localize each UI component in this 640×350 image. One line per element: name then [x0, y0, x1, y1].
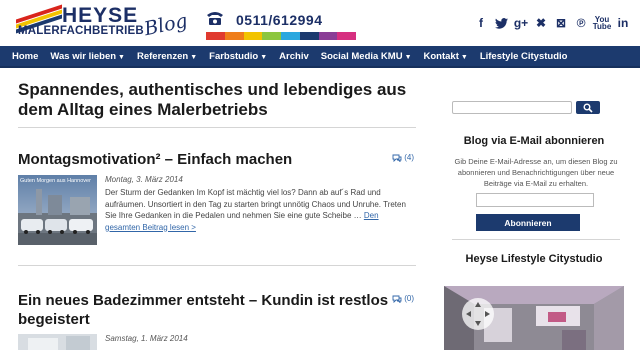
- nav-was-wir-lieben[interactable]: Was wir lieben ▼: [50, 51, 125, 62]
- nav-home[interactable]: Home: [12, 51, 38, 62]
- search-form: [452, 101, 600, 114]
- logo-subtitle: MALERFACHBETRIEB: [18, 25, 144, 37]
- nav-social-media-kmu[interactable]: Social Media KMU ▼: [321, 51, 412, 62]
- studio-photo[interactable]: [444, 286, 624, 350]
- comment-count[interactable]: (4): [392, 153, 414, 162]
- email-widget-text: Gib Deine E-Mail-Adresse an, um diesen B…: [454, 157, 618, 188]
- post-date: Montag, 3. März 2014: [105, 175, 183, 184]
- logo-blog: Blog: [142, 9, 190, 41]
- nav-lifestyle-citystudio[interactable]: Lifestyle Citystudio: [480, 51, 568, 62]
- chevron-down-icon: ▼: [460, 53, 468, 61]
- linkedin-icon[interactable]: in: [616, 16, 630, 30]
- search-input[interactable]: [452, 101, 572, 114]
- post-title[interactable]: Montagsmotivation² – Einfach machen: [18, 150, 390, 169]
- post-excerpt: Der Sturm der Gedanken Im Kopf ist mächt…: [105, 187, 413, 233]
- post-excerpt-text: Der Sturm der Gedanken Im Kopf ist mächt…: [105, 188, 406, 220]
- comment-count[interactable]: (0): [392, 294, 414, 303]
- divider: [452, 239, 620, 240]
- nav-label: Archiv: [279, 50, 309, 62]
- chevron-down-icon: ▼: [260, 53, 268, 61]
- nav-label: Farbstudio: [209, 50, 259, 62]
- twitter-icon[interactable]: [494, 16, 508, 30]
- nav-label: Kontakt: [423, 50, 459, 62]
- nav-label: Lifestyle Citystudio: [479, 50, 568, 62]
- nav-kontakt[interactable]: Kontakt ▼: [424, 51, 468, 62]
- color-bar-strip: [206, 32, 356, 40]
- nav-label: Social Media KMU: [320, 50, 403, 62]
- studio-widget-title: Heyse Lifestyle Citystudio: [465, 253, 603, 265]
- xing-icon[interactable]: ✖: [534, 16, 548, 30]
- nav-home-label: Home: [12, 50, 39, 62]
- thumbnail-caption: Guten Morgen aus Hannover: [20, 178, 91, 184]
- social-links: f g+ ✖ ⊠ ℗ You Tube in: [474, 16, 630, 31]
- chevron-down-icon: ▼: [404, 53, 412, 61]
- comment-count-text: (0): [404, 294, 414, 303]
- chevron-down-icon: ▼: [190, 53, 198, 61]
- nav-referenzen[interactable]: Referenzen ▼: [137, 51, 197, 62]
- comment-icon: [392, 154, 402, 162]
- post-item: Ein neues Badezimmer entsteht – Kundin i…: [18, 291, 416, 350]
- nav-archiv[interactable]: Archiv: [279, 51, 309, 62]
- email-field[interactable]: [476, 193, 594, 207]
- main-content: Spannendes, authentisches und lebendiges…: [18, 80, 416, 350]
- nav-label: Referenzen: [136, 50, 189, 62]
- site-logo[interactable]: HEYSE MALERFACHBETRIEB Blog: [16, 4, 191, 44]
- post-title[interactable]: Ein neues Badezimmer entsteht – Kundin i…: [18, 291, 390, 329]
- email-widget-title: Blog via E-Mail abonnieren: [463, 135, 605, 147]
- pinterest-icon[interactable]: ℗: [574, 16, 588, 30]
- post-date: Samstag, 1. März 2014: [105, 334, 188, 343]
- delicious-icon[interactable]: ⊠: [554, 16, 568, 30]
- post-thumbnail[interactable]: [18, 334, 97, 350]
- post-thumbnail[interactable]: Guten Morgen aus Hannover: [18, 175, 97, 245]
- page-title: Spannendes, authentisches und lebendiges…: [18, 80, 407, 119]
- phone-area: 0511/612994: [206, 8, 356, 42]
- subscribe-button[interactable]: Abonnieren: [476, 214, 580, 231]
- search-icon: [583, 103, 593, 113]
- search-button[interactable]: [576, 101, 600, 114]
- comment-count-text: (4): [404, 153, 414, 162]
- phone-number[interactable]: 0511/612994: [236, 12, 322, 28]
- facebook-icon[interactable]: f: [474, 16, 488, 30]
- nav-farbstudio[interactable]: Farbstudio ▼: [209, 51, 267, 62]
- divider: [18, 127, 416, 128]
- nav-label: Was wir lieben: [50, 50, 117, 62]
- chevron-down-icon: ▼: [118, 53, 125, 61]
- youtube-icon[interactable]: You Tube: [593, 16, 612, 31]
- main-nav: Home Was wir lieben ▼ Referenzen ▼ Farbstu…: [0, 46, 640, 68]
- phone-icon: [206, 10, 224, 26]
- googleplus-icon[interactable]: g+: [514, 16, 528, 30]
- site-header: HEYSE MALERFACHBETRIEB Blog 0511/612994 …: [0, 0, 640, 46]
- comment-icon: [392, 295, 402, 303]
- post-item: Montagsmotivation² – Einfach machen (4): [18, 150, 416, 245]
- divider: [18, 265, 416, 266]
- logo-stripes: [16, 4, 64, 34]
